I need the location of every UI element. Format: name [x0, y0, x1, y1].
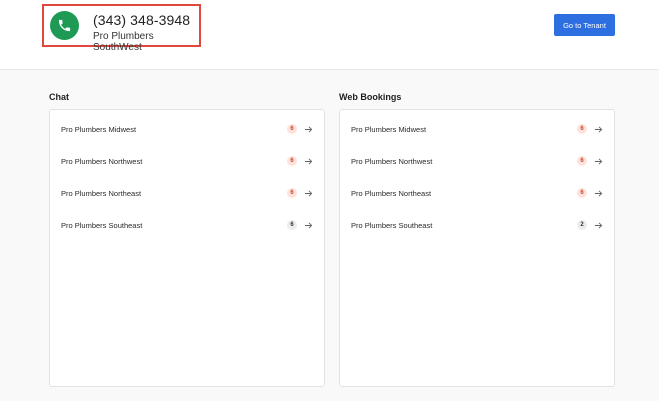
web-bookings-section-title: Web Bookings [339, 92, 402, 102]
arrow-right-icon [594, 221, 603, 230]
arrow-right-icon [594, 125, 603, 134]
phone-icon [58, 19, 71, 32]
count-badge: 6 [577, 156, 587, 166]
arrow-right-icon [304, 157, 313, 166]
booking-item-southeast[interactable]: Pro Plumbers Southeast 2 [340, 209, 614, 241]
chat-panel: Pro Plumbers Midwest 6 Pro Plumbers Nort… [49, 109, 325, 387]
header-bar: (343) 348-3948 Pro Plumbers SouthWest Go… [0, 0, 659, 70]
chat-item-northwest[interactable]: Pro Plumbers Northwest 6 [50, 145, 324, 177]
go-to-tenant-button[interactable]: Go to Tenant [554, 14, 615, 36]
list-item-label: Pro Plumbers Northwest [61, 156, 143, 166]
count-badge: 6 [577, 124, 587, 134]
caller-info: (343) 348-3948 Pro Plumbers SouthWest [42, 4, 201, 53]
arrow-right-icon [304, 221, 313, 230]
phone-avatar [50, 11, 79, 40]
caller-phone-number: (343) 348-3948 [93, 12, 191, 28]
chat-item-northeast[interactable]: Pro Plumbers Northeast 6 [50, 177, 324, 209]
arrow-right-icon [594, 189, 603, 198]
count-badge: 6 [287, 188, 297, 198]
list-item-label: Pro Plumbers Southeast [351, 220, 433, 230]
chat-item-midwest[interactable]: Pro Plumbers Midwest 6 [50, 113, 324, 145]
chat-section-title: Chat [49, 92, 69, 102]
arrow-right-icon [594, 157, 603, 166]
booking-item-midwest[interactable]: Pro Plumbers Midwest 6 [340, 113, 614, 145]
booking-item-northeast[interactable]: Pro Plumbers Northeast 6 [340, 177, 614, 209]
chat-item-southeast[interactable]: Pro Plumbers Southeast 6 [50, 209, 324, 241]
list-item-label: Pro Plumbers Northeast [351, 188, 432, 198]
booking-item-northwest[interactable]: Pro Plumbers Northwest 6 [340, 145, 614, 177]
count-badge: 6 [287, 220, 297, 230]
list-item-label: Pro Plumbers Midwest [61, 124, 137, 134]
list-item-label: Pro Plumbers Northeast [61, 188, 142, 198]
web-bookings-panel: Pro Plumbers Midwest 6 Pro Plumbers Nort… [339, 109, 615, 387]
count-badge: 2 [577, 220, 587, 230]
count-badge: 6 [577, 188, 587, 198]
count-badge: 6 [287, 156, 297, 166]
list-item-label: Pro Plumbers Midwest [351, 124, 427, 134]
count-badge: 6 [287, 124, 297, 134]
arrow-right-icon [304, 189, 313, 198]
list-item-label: Pro Plumbers Southeast [61, 220, 143, 230]
caller-tenant-name: Pro Plumbers SouthWest [93, 31, 154, 53]
arrow-right-icon [304, 125, 313, 134]
list-item-label: Pro Plumbers Northwest [351, 156, 433, 166]
